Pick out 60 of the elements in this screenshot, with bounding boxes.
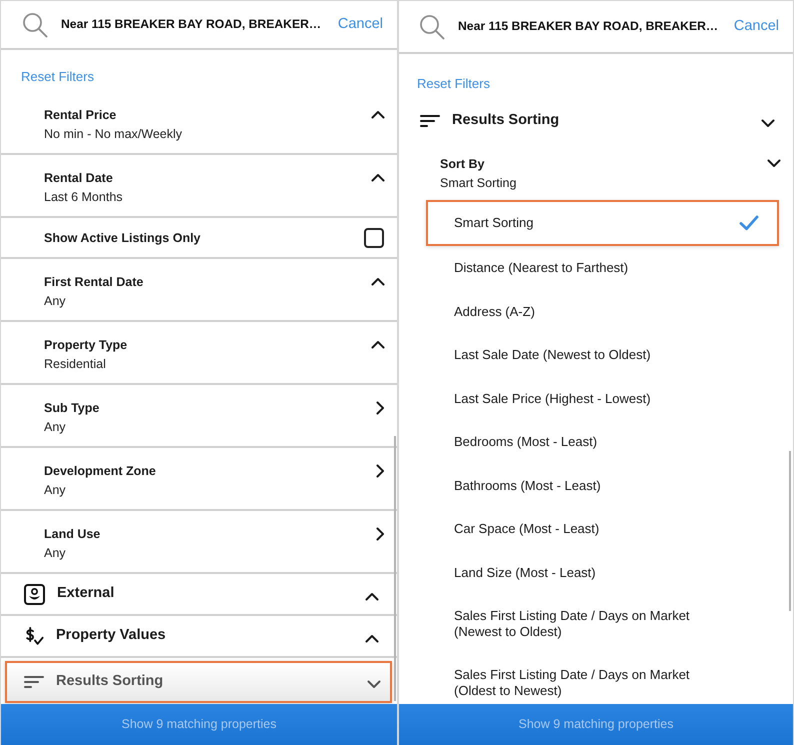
chevron-down-icon xyxy=(761,118,775,128)
section-header[interactable]: External xyxy=(1,574,397,616)
section-header[interactable]: Results Sorting xyxy=(399,101,793,141)
section-header[interactable]: Property Values xyxy=(1,616,397,658)
chevron-right-icon xyxy=(376,527,385,541)
filter-item[interactable]: Sub Type Any xyxy=(1,385,397,448)
sort-option[interactable]: Bedrooms (Most - Least) xyxy=(399,420,793,464)
filter-title: Show Active Listings Only xyxy=(44,230,201,246)
scrollbar[interactable] xyxy=(394,436,396,701)
filter-value: Last 6 Months xyxy=(44,189,123,206)
search-icon xyxy=(419,14,445,40)
search-field[interactable]: Near 115 BREAKER BAY ROAD, BREAKER… xyxy=(61,15,325,34)
search-field[interactable]: Near 115 BREAKER BAY ROAD, BREAKER… xyxy=(458,17,721,36)
filter-item[interactable]: Property Type Residential xyxy=(1,322,397,385)
filter-value: Any xyxy=(44,293,67,310)
sort-option[interactable]: Car Space (Most - Least) xyxy=(399,507,793,550)
filter-item[interactable]: Rental Date Last 6 Months xyxy=(1,155,397,218)
filter-value: Any xyxy=(44,482,67,499)
filter-title: Rental Price xyxy=(44,107,118,124)
search-icon xyxy=(22,12,48,38)
sort-option[interactable]: Bathrooms (Most - Least) xyxy=(399,464,793,507)
pin-tile-icon xyxy=(24,584,45,604)
filter-title: Sub Type xyxy=(44,400,100,417)
filter-value: Any xyxy=(44,545,67,562)
sort-option[interactable]: Last Sale Price (Highest - Lowest) xyxy=(399,376,793,420)
scrollbar[interactable] xyxy=(789,451,791,611)
chevron-right-icon xyxy=(376,401,385,415)
sort-option[interactable]: Land Size (Most - Least) xyxy=(399,550,793,594)
section-header[interactable]: Results Sorting xyxy=(5,661,392,703)
filter-value: Any xyxy=(44,419,67,436)
sort-by-dropdown[interactable]: Sort By Smart Sorting xyxy=(399,141,793,200)
section-title: Results Sorting xyxy=(452,111,560,130)
filter-value: No min - No max/Weekly xyxy=(44,126,182,143)
dollar-check-icon xyxy=(24,626,44,646)
dropdown-label: Sort By xyxy=(440,156,486,173)
chevron-down-icon xyxy=(767,159,781,168)
sort-lines-icon xyxy=(24,675,44,689)
filter-item[interactable]: First Rental Date Any xyxy=(1,259,397,322)
filter-title: Land Use xyxy=(44,526,100,543)
sort-option[interactable]: Address (A-Z) xyxy=(399,290,793,333)
sort-option[interactable]: Sales First Listing Date / Days on Market (Oldest to Newest) xyxy=(399,653,793,704)
dropdown-value: Smart Sorting xyxy=(440,175,516,192)
section-title: Property Values xyxy=(56,626,167,646)
filter-item[interactable]: Rental Price No min - No max/Weekly xyxy=(1,92,397,155)
checkmark-icon xyxy=(739,215,759,231)
sort-option[interactable]: Smart Sorting xyxy=(426,200,779,246)
section-title: External xyxy=(57,584,116,604)
checkbox[interactable] xyxy=(364,228,384,248)
filter-item[interactable]: Show Active Listings Only xyxy=(1,218,397,259)
filter-title: First Rental Date xyxy=(44,274,144,291)
filter-value: Residential xyxy=(44,356,107,373)
filter-title: Property Type xyxy=(44,337,128,354)
filter-title: Rental Date xyxy=(44,170,114,187)
chevron-right-icon xyxy=(376,464,385,478)
sort-option[interactable]: Last Sale Date (Newest to Oldest) xyxy=(399,333,793,376)
sort-option[interactable]: Distance (Nearest to Farthest) xyxy=(399,246,793,290)
section-title: Results Sorting xyxy=(56,672,164,692)
filter-title: Development Zone xyxy=(44,463,156,480)
sort-lines-icon xyxy=(420,114,440,128)
sort-option[interactable]: Sales First Listing Date / Days on Market (Newest to Oldest) xyxy=(399,594,793,653)
